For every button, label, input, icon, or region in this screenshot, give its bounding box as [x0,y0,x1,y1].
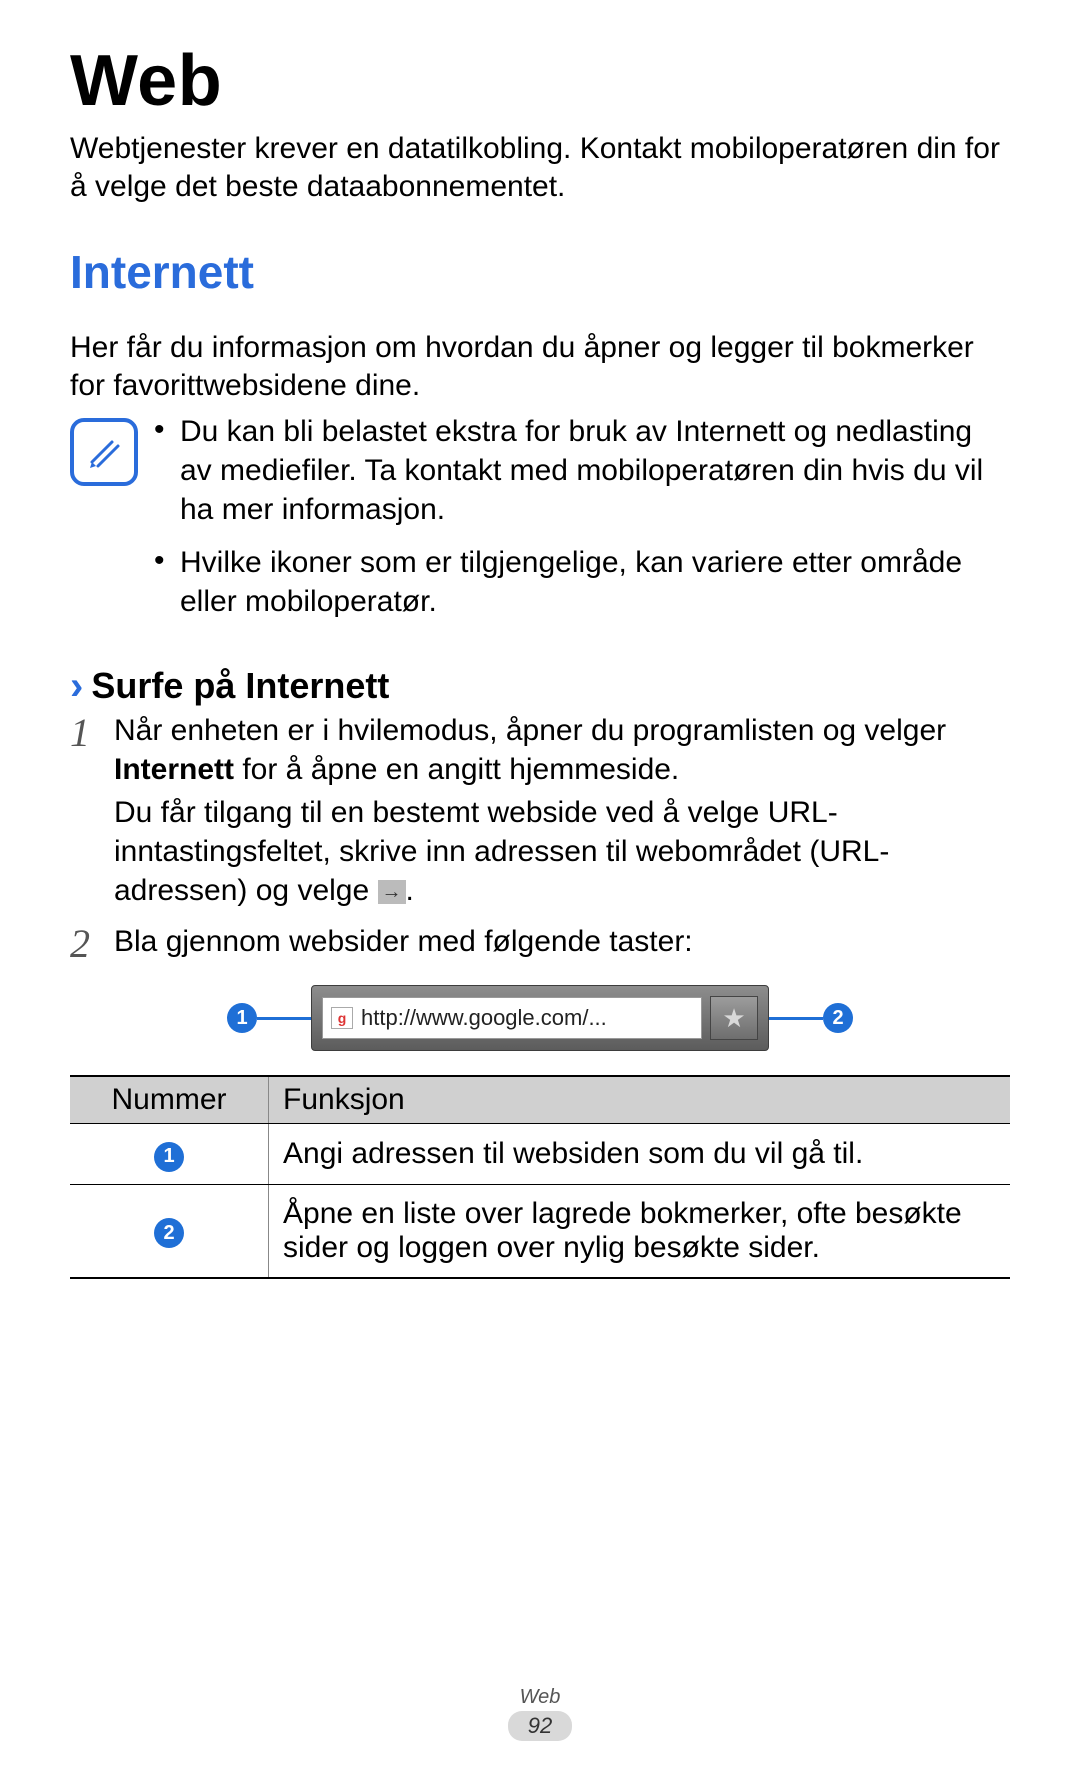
subsection-title: Surfe på Internett [91,665,389,707]
function-table: Nummer Funksjon 1 Angi adressen til webs… [70,1075,1010,1279]
section-heading-internett: Internett [70,245,1010,299]
manual-page: Web Webtjenester krever en datatilkoblin… [0,0,1080,1771]
step-1-para-1: Når enheten er i hvilemodus, åpner du pr… [114,711,1010,789]
note-list: • Du kan bli belastet ekstra for bruk av… [154,412,1010,635]
col-function: Funksjon [269,1076,1011,1124]
note-block: • Du kan bli belastet ekstra for bruk av… [70,412,1010,635]
callout-1: 1 [227,1003,257,1033]
table-row: 1 Angi adressen til websiden som du vil … [70,1124,1010,1185]
step-2: 2 Bla gjennom websider med følgende tast… [70,922,1010,965]
footer-page-number: 92 [508,1711,572,1741]
text-bold: Internett [114,753,234,786]
row-badge-1: 1 [154,1142,184,1172]
step-number: 2 [70,922,114,965]
steps-list: 1 Når enheten er i hvilemodus, åpner du … [70,711,1010,965]
url-input[interactable]: g http://www.google.com/... [322,997,702,1039]
note-icon [70,418,138,486]
note-text: Hvilke ikoner som er tilgjengelige, kan … [180,543,1010,621]
text: for å åpne en angitt hjemmeside. [234,753,679,786]
go-arrow-icon: → [378,880,406,904]
note-item: • Hvilke ikoner som er tilgjengelige, ka… [154,543,1010,621]
step-number: 1 [70,711,114,914]
favicon-icon: g [331,1007,353,1029]
text: Når enheten er i hvilemodus, åpner du pr… [114,714,946,747]
table-header-row: Nummer Funksjon [70,1076,1010,1124]
callout-line [257,1017,311,1020]
bookmarks-button[interactable]: ★ [710,996,758,1040]
url-bar-figure: 1 g http://www.google.com/... ★ 2 [70,985,1010,1051]
callout-2: 2 [823,1003,853,1033]
callout-line [769,1017,823,1020]
browser-url-bar: g http://www.google.com/... ★ [311,985,769,1051]
text: Du får tilgang til en bestemt webside ve… [114,796,889,907]
footer-category: Web [0,1686,1080,1709]
note-item: • Du kan bli belastet ekstra for bruk av… [154,412,1010,529]
bullet-icon: • [154,543,180,621]
chevron-icon: › [70,666,83,706]
row-text: Angi adressen til websiden som du vil gå… [269,1124,1011,1185]
step-1-para-2: Du får tilgang til en bestemt webside ve… [114,793,1010,910]
table-row: 2 Åpne en liste over lagrede bokmerker, … [70,1184,1010,1278]
note-text: Du kan bli belastet ekstra for bruk av I… [180,412,1010,529]
row-badge-2: 2 [154,1218,184,1248]
step-1: 1 Når enheten er i hvilemodus, åpner du … [70,711,1010,914]
page-intro: Webtjenester krever en datatilkobling. K… [70,130,1010,205]
page-footer: Web 92 [0,1686,1080,1741]
page-title: Web [70,40,1010,122]
star-icon: ★ [722,1003,745,1034]
bullet-icon: • [154,412,180,529]
col-number: Nummer [70,1076,269,1124]
step-2-text: Bla gjennom websider med følgende taster… [114,922,693,961]
text: . [406,874,414,907]
row-text: Åpne en liste over lagrede bokmerker, of… [269,1184,1011,1278]
subsection-heading: › Surfe på Internett [70,665,1010,707]
url-text: http://www.google.com/... [361,1005,607,1031]
section-intro: Her får du informasjon om hvordan du åpn… [70,329,1010,404]
